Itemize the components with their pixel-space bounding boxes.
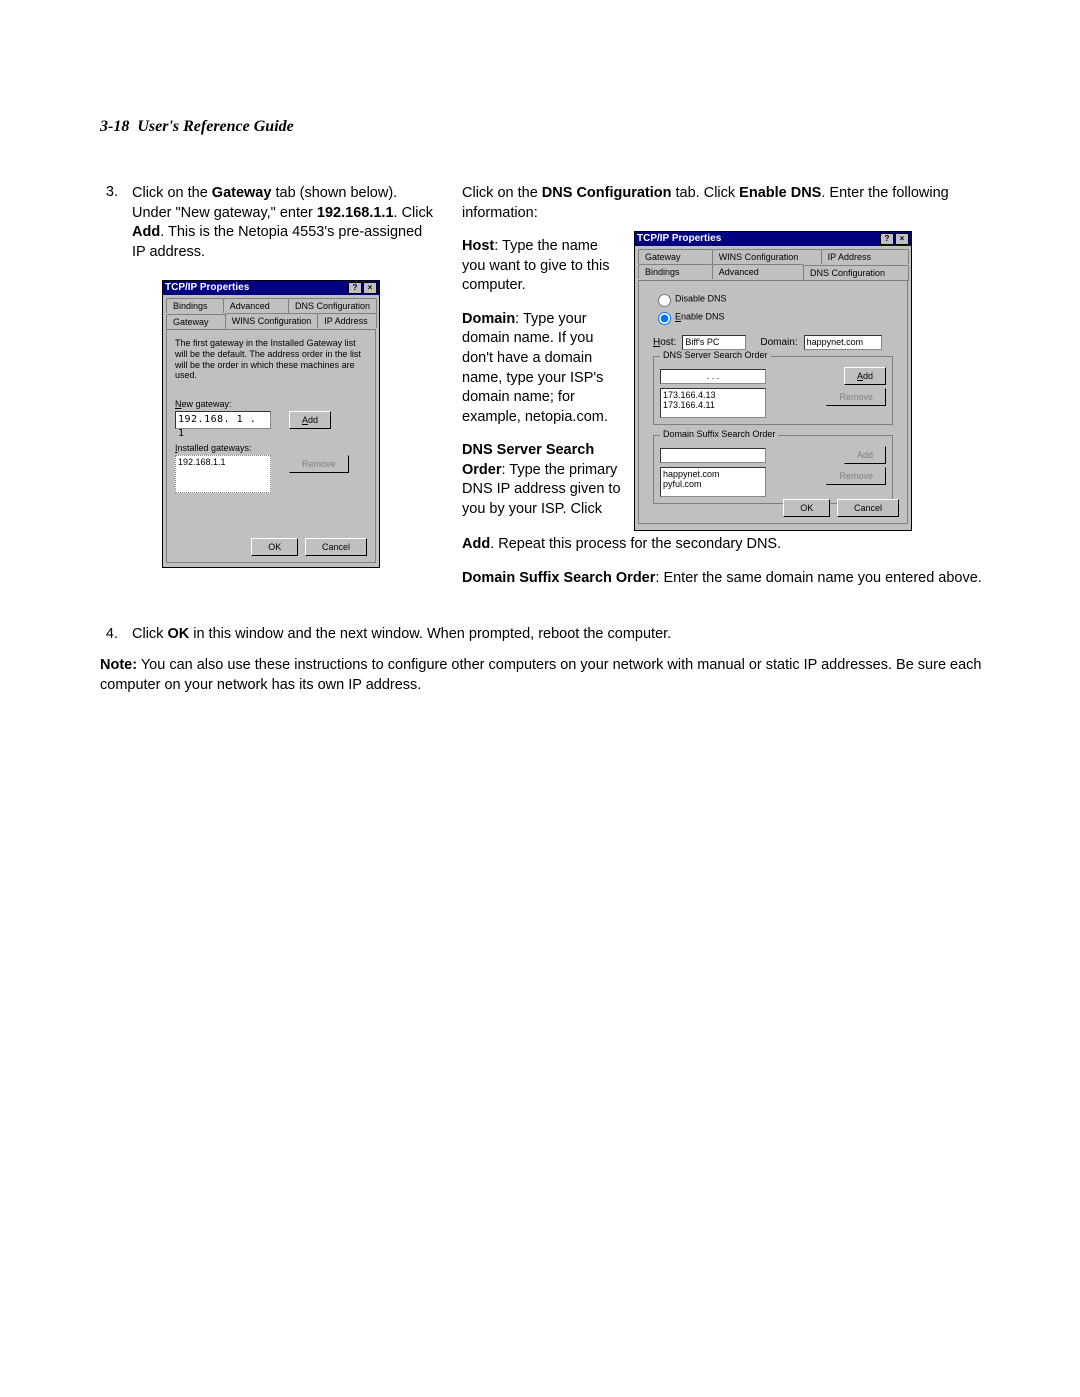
help-icon[interactable]: ?: [348, 282, 362, 294]
dialog-titlebar: TCP/IP Properties ?×: [163, 281, 379, 295]
cancel-button[interactable]: Cancel: [305, 538, 367, 556]
host-para: Host: Type the name you want to give to …: [462, 237, 622, 296]
tab-bindings[interactable]: Bindings: [166, 298, 224, 313]
guide-title: User's Reference Guide: [137, 118, 293, 135]
dns-search-para: DNS Server Search Order: Type the primar…: [462, 441, 622, 519]
tab-advanced[interactable]: Advanced: [223, 298, 289, 313]
tab-wins[interactable]: WINS Configuration: [225, 313, 319, 328]
dns-order-label: DNS Server Search Order: [660, 350, 771, 360]
dns-intro: Click on the DNS Configuration tab. Clic…: [462, 184, 1000, 223]
domain-input[interactable]: happynet.com: [804, 335, 882, 350]
add-repeat-para: Add. Repeat this process for the seconda…: [462, 535, 1000, 555]
tab-bindings[interactable]: Bindings: [638, 264, 713, 279]
tcpip-dns-dialog: TCP/IP Properties ?× Gateway WINS Config…: [634, 231, 912, 531]
cancel-button[interactable]: Cancel: [837, 499, 899, 517]
step-4-number: 4.: [100, 624, 118, 644]
help-icon[interactable]: ?: [880, 233, 894, 245]
domain-label: Domain:: [760, 337, 797, 348]
new-gateway-input[interactable]: 192.168. 1 . 1: [175, 411, 271, 429]
close-icon[interactable]: ×: [895, 233, 909, 245]
new-gateway-label: New gateway:: [175, 399, 367, 409]
dns-remove-button[interactable]: Remove: [826, 388, 886, 406]
suffix-remove-button[interactable]: Remove: [826, 467, 886, 485]
step-4: 4. Click OK in this window and the next …: [100, 624, 1000, 644]
radio-enable-dns[interactable]: Enable DNS: [653, 309, 899, 325]
ok-button[interactable]: OK: [783, 499, 830, 517]
note-para: Note: You can also use these instruction…: [100, 655, 1000, 696]
suffix-input[interactable]: [660, 448, 766, 463]
domain-para: Domain: Type your domain name. If you do…: [462, 310, 622, 427]
step-3: 3. Click on the Gateway tab (shown below…: [100, 184, 434, 262]
add-button[interactable]: Add: [289, 411, 331, 429]
gateway-help-text: The first gateway in the Installed Gatew…: [175, 338, 367, 381]
tab-ipaddress[interactable]: IP Address: [317, 313, 377, 328]
dns-list[interactable]: 173.166.4.13 173.166.4.11: [660, 388, 766, 418]
tab-gateway[interactable]: Gateway: [166, 314, 226, 330]
page-ref: 3-18: [100, 118, 129, 135]
tab-dns-config[interactable]: DNS Configuration: [803, 265, 909, 281]
host-input[interactable]: Biff's PC: [682, 335, 746, 350]
step-4-text: Click OK in this window and the next win…: [132, 624, 671, 644]
suffix-order-label: Domain Suffix Search Order: [660, 429, 778, 439]
installed-gateways-label: Installed gateways:: [175, 443, 367, 453]
tab-dns-config[interactable]: DNS Configuration: [288, 298, 377, 313]
remove-button[interactable]: Remove: [289, 455, 349, 473]
running-header: 3-18 User's Reference Guide: [100, 118, 1000, 136]
radio-disable-dns[interactable]: Disable DNS: [653, 291, 899, 307]
host-label: Host:: [653, 337, 676, 348]
dns-add-button[interactable]: Add: [844, 367, 886, 385]
step-3-number: 3.: [100, 184, 118, 262]
dialog-title: TCP/IP Properties: [637, 232, 721, 246]
close-icon[interactable]: ×: [363, 282, 377, 294]
step-3-text: Click on the Gateway tab (shown below). …: [132, 184, 434, 262]
ok-button[interactable]: OK: [251, 538, 298, 556]
tab-wins[interactable]: WINS Configuration: [712, 249, 822, 264]
suffix-list[interactable]: happynet.com pyful.com: [660, 467, 766, 497]
dns-ip-input[interactable]: . . .: [660, 369, 766, 384]
suffix-add-button[interactable]: Add: [844, 446, 886, 464]
tab-gateway[interactable]: Gateway: [638, 249, 713, 264]
suffix-para: Domain Suffix Search Order: Enter the sa…: [462, 569, 1000, 589]
tcpip-gateway-dialog: TCP/IP Properties ?× Bindings Advanced D…: [162, 280, 380, 568]
tab-ipaddress[interactable]: IP Address: [821, 249, 909, 264]
dialog-title: TCP/IP Properties: [165, 281, 249, 295]
dialog-titlebar: TCP/IP Properties ?×: [635, 232, 911, 246]
installed-gateways-list[interactable]: 192.168.1.1: [175, 455, 271, 493]
tab-advanced[interactable]: Advanced: [712, 264, 804, 279]
